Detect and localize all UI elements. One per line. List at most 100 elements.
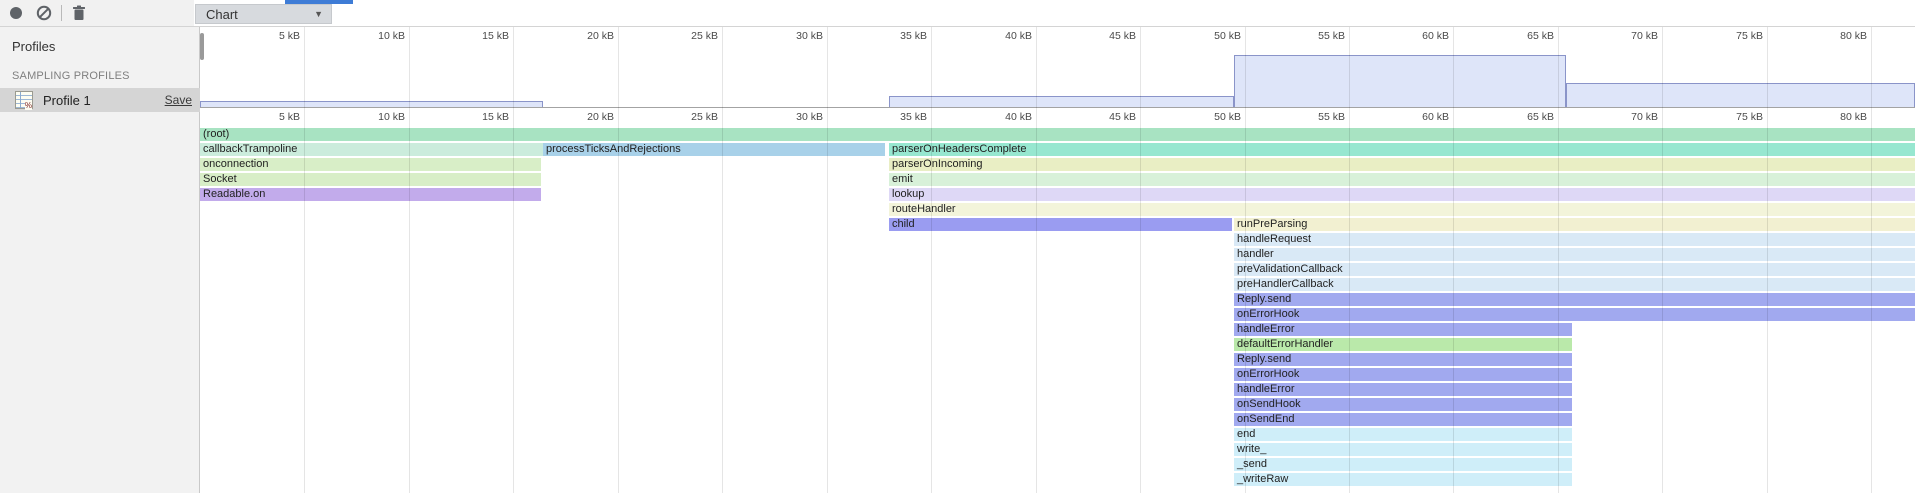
toolbar-left-section — [0, 0, 194, 26]
trash-icon — [72, 5, 86, 21]
overview-memory-silhouette-segment[interactable] — [889, 96, 1234, 107]
flame-ruler-tick-label: 55 kB — [1285, 111, 1345, 123]
record-button[interactable] — [4, 1, 28, 25]
flame-block[interactable]: child — [889, 218, 1232, 231]
sidebar-title: Profiles — [0, 27, 199, 54]
overview-ruler-tick-label: 15 kB — [449, 30, 509, 42]
axis-gridline — [1036, 27, 1037, 493]
flame-block[interactable]: Readable.on — [200, 188, 541, 201]
toolbar-separator — [61, 5, 62, 21]
flame-ruler-tick-label: 65 kB — [1494, 111, 1554, 123]
overview-ruler-tick-label: 60 kB — [1389, 30, 1449, 42]
axis-gridline — [409, 27, 410, 493]
flame-block[interactable]: handleError — [1234, 383, 1572, 396]
overview-ruler-tick-label: 65 kB — [1494, 30, 1554, 42]
flame-block[interactable]: handleRequest — [1234, 233, 1915, 246]
flame-block[interactable]: lookup — [889, 188, 1915, 201]
overview-ruler-tick-label: 45 kB — [1076, 30, 1136, 42]
overview-ruler-tick-label: 70 kB — [1598, 30, 1658, 42]
clear-profiles-button[interactable] — [32, 1, 56, 25]
overview-ruler-tick-label: 55 kB — [1285, 30, 1345, 42]
flame-block[interactable]: handleError — [1234, 323, 1572, 336]
axis-gridline — [1662, 27, 1663, 493]
flame-block[interactable]: routeHandler — [889, 203, 1915, 216]
flame-ruler-tick-label: 40 kB — [972, 111, 1032, 123]
chevron-down-icon: ▼ — [314, 9, 323, 19]
flame-ruler-tick-label: 15 kB — [449, 111, 509, 123]
axis-gridline — [1349, 27, 1350, 493]
flame-ruler-tick-label: 10 kB — [345, 111, 405, 123]
axis-gridline — [1871, 27, 1872, 493]
flame-block[interactable]: emit — [889, 173, 1915, 186]
overview-ruler-tick-label: 75 kB — [1703, 30, 1763, 42]
overview-memory-silhouette-segment[interactable] — [1234, 55, 1566, 107]
overview-ruler-tick-label: 35 kB — [867, 30, 927, 42]
flame-block[interactable]: _send — [1234, 458, 1572, 471]
flame-block[interactable]: preValidationCallback — [1234, 263, 1915, 276]
flame-ruler-tick-label: 25 kB — [658, 111, 718, 123]
flame-block[interactable]: onconnection — [200, 158, 541, 171]
clear-block-icon — [36, 5, 52, 21]
flame-block[interactable]: Reply.send — [1234, 293, 1915, 306]
flame-block[interactable]: (root) — [200, 128, 1915, 141]
profile-name: Profile 1 — [43, 93, 165, 108]
overview-memory-silhouette-segment[interactable] — [1566, 83, 1915, 107]
overview-ruler-tick-label: 30 kB — [763, 30, 823, 42]
flame-block[interactable]: Socket — [200, 173, 541, 186]
sidebar-section-header: SAMPLING PROFILES — [0, 54, 199, 82]
axis-gridline — [722, 27, 723, 493]
flame-ruler-tick-label: 50 kB — [1181, 111, 1241, 123]
flame-block[interactable]: processTicksAndRejections — [543, 143, 885, 156]
flame-block[interactable]: preHandlerCallback — [1234, 278, 1915, 291]
delete-profile-button[interactable] — [67, 1, 91, 25]
flame-ruler-tick-label: 5 kB — [240, 111, 300, 123]
axis-gridline — [304, 27, 305, 493]
flame-ruler-tick-label: 60 kB — [1389, 111, 1449, 123]
save-profile-link[interactable]: Save — [165, 93, 192, 107]
flame-block[interactable]: handler — [1234, 248, 1915, 261]
flame-block[interactable]: runPreParsing — [1234, 218, 1915, 231]
overview-baseline — [200, 107, 1915, 108]
sidebar-item-profile-1[interactable]: % Profile 1 Save — [0, 88, 200, 112]
axis-gridline — [1140, 27, 1141, 493]
flame-ruler-tick-label: 20 kB — [554, 111, 614, 123]
flame-block[interactable]: defaultErrorHandler — [1234, 338, 1572, 351]
profile-document-icon: % — [15, 91, 33, 109]
overview-ruler-tick-label: 50 kB — [1181, 30, 1241, 42]
flame-ruler-tick-label: 30 kB — [763, 111, 823, 123]
overview-ruler-tick-label: 10 kB — [345, 30, 405, 42]
app-root: Chart ▼ Profiles SAMPLING PROFILES % Pro… — [0, 0, 1915, 493]
chart-area: 5 kB5 kB10 kB10 kB15 kB15 kB20 kB20 kB25… — [200, 27, 1915, 493]
flame-ruler-tick-label: 45 kB — [1076, 111, 1136, 123]
flame-block[interactable]: onSendEnd — [1234, 413, 1572, 426]
record-circle-icon — [10, 7, 22, 19]
flame-block[interactable]: onErrorHook — [1234, 308, 1915, 321]
overview-ruler-tick-label: 20 kB — [554, 30, 614, 42]
toolbar: Chart ▼ — [0, 0, 1915, 27]
axis-gridline — [1558, 27, 1559, 493]
flame-block[interactable]: write_ — [1234, 443, 1572, 456]
flame-block[interactable]: onErrorHook — [1234, 368, 1572, 381]
flame-block[interactable]: end — [1234, 428, 1572, 441]
overview-ruler-tick-label: 25 kB — [658, 30, 718, 42]
dock-accent-bar — [285, 0, 353, 4]
axis-gridline — [1245, 27, 1246, 493]
flame-block[interactable]: callbackTrampoline — [200, 143, 543, 156]
overview-ruler-tick-label: 40 kB — [972, 30, 1032, 42]
chart-view-select[interactable]: Chart ▼ — [195, 4, 332, 24]
overview-ruler-tick-label: 80 kB — [1807, 30, 1867, 42]
axis-gridline — [827, 27, 828, 493]
flame-ruler-tick-label: 70 kB — [1598, 111, 1658, 123]
flame-block[interactable]: parserOnIncoming — [889, 158, 1915, 171]
chart-view-select-value: Chart — [206, 7, 238, 22]
vertical-scrollbar-thumb[interactable] — [200, 33, 204, 60]
sidebar: Profiles SAMPLING PROFILES % Profile 1 S… — [0, 27, 200, 493]
flame-ruler-tick-label: 75 kB — [1703, 111, 1763, 123]
axis-gridline — [931, 27, 932, 493]
flame-block[interactable]: parserOnHeadersComplete — [889, 143, 1915, 156]
axis-gridline — [618, 27, 619, 493]
flame-block[interactable]: onSendHook — [1234, 398, 1572, 411]
flame-block[interactable]: Reply.send — [1234, 353, 1572, 366]
flame-block[interactable]: _writeRaw — [1234, 473, 1572, 486]
axis-gridline — [1767, 27, 1768, 493]
